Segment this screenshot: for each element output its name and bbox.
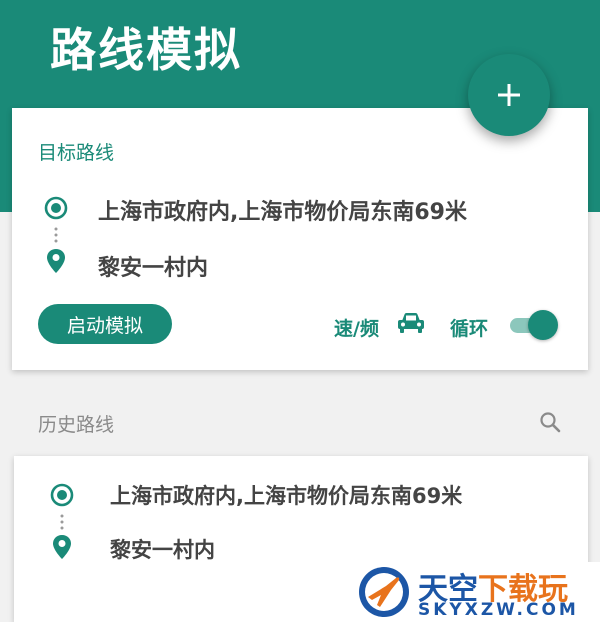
history-destination-text: 黎安一村内 (110, 538, 215, 562)
location-pin-icon (53, 535, 71, 559)
location-pin-icon (47, 249, 65, 273)
plus-icon (498, 84, 520, 106)
add-route-button[interactable] (468, 54, 550, 136)
loop-toggle-thumb (528, 310, 558, 340)
car-icon[interactable] (396, 311, 426, 335)
target-route-card: 目标路线 上海市政府内,上海市物价局东南69米 黎安一村内 启动模拟 速/频 循… (12, 108, 588, 370)
history-origin-text: 上海市政府内,上海市物价局东南69米 (110, 484, 463, 508)
speed-frequency-label[interactable]: 速/频 (334, 314, 379, 341)
globe-plane-logo-icon (359, 567, 409, 617)
route-connector-dots (54, 227, 58, 243)
origin-target-icon (50, 483, 74, 507)
search-icon[interactable] (538, 410, 562, 434)
target-destination-text: 黎安一村内 (98, 256, 209, 281)
page-title: 路线模拟 (50, 23, 242, 77)
target-origin-text: 上海市政府内,上海市物价局东南69米 (98, 200, 467, 225)
loop-label: 循环 (450, 318, 489, 340)
route-connector-dots (60, 514, 64, 530)
target-route-title: 目标路线 (38, 142, 115, 164)
start-simulation-button[interactable]: 启动模拟 (38, 304, 172, 344)
origin-target-icon (44, 196, 68, 220)
history-routes-title: 历史路线 (38, 414, 115, 436)
loop-toggle[interactable] (508, 310, 558, 340)
site-watermark: 天空下载玩 SKYXZW.COM (350, 562, 600, 622)
watermark-domain: SKYXZW.COM (418, 600, 579, 620)
